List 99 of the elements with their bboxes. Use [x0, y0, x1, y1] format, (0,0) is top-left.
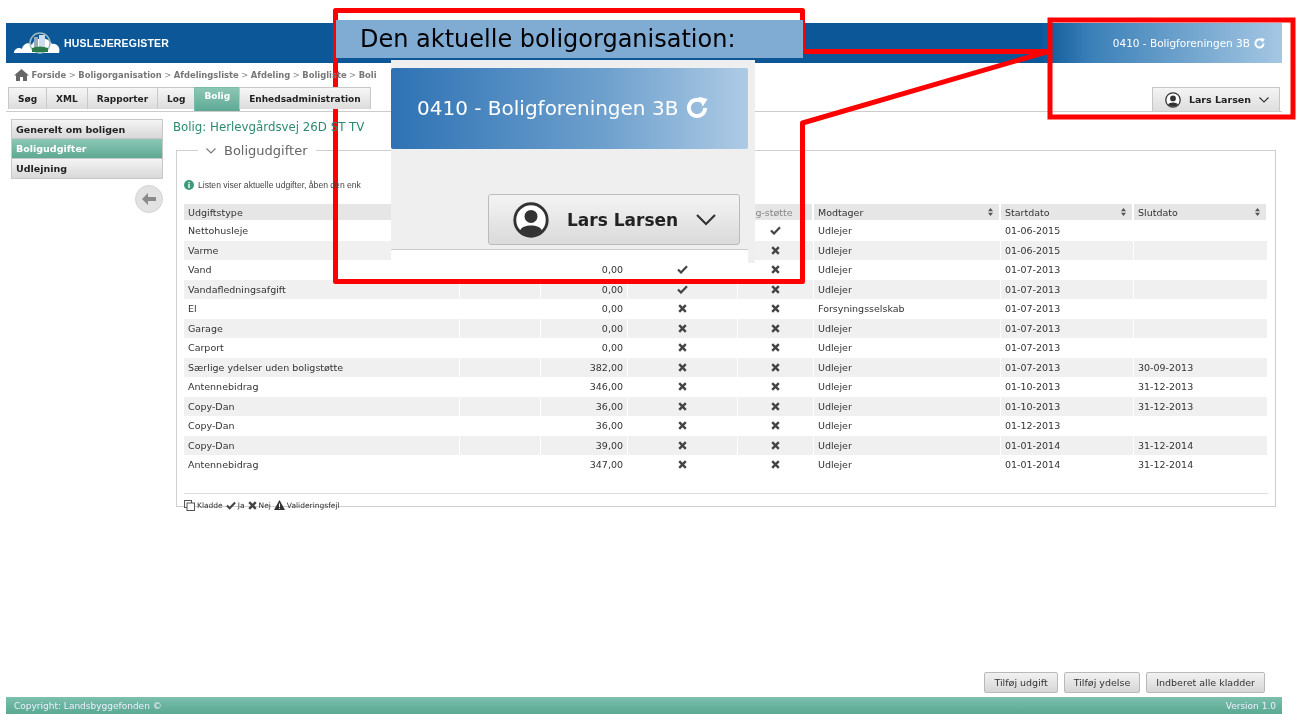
info-icon: [184, 180, 194, 190]
tab[interactable]: XML: [46, 87, 88, 109]
table-cell: Udlejer: [814, 435, 1001, 455]
sort-icon[interactable]: [1255, 208, 1260, 216]
table-cell: Forsyningsselskab: [814, 299, 1001, 319]
table-cell: Udlejer: [814, 260, 1001, 280]
breadcrumb-separator: >: [292, 70, 300, 80]
table-cell: 31-12-2013: [1134, 396, 1268, 416]
copy-icon: [184, 499, 195, 511]
action-button[interactable]: Indberet alle kladder: [1146, 672, 1265, 693]
table-cell: Antennebidrag: [184, 455, 460, 475]
table-cell: 01-07-2013: [1001, 260, 1134, 280]
building-cloud-logo-icon: [12, 31, 62, 55]
organization-name: 0410 - Boligforeningen 3B: [417, 96, 679, 121]
table-cell: 01-10-2013: [1001, 377, 1134, 397]
table-cell: 0,00: [541, 318, 628, 338]
table-cell: Udlejer: [814, 377, 1001, 397]
table-cell: 36,00: [541, 416, 628, 436]
table-cell: 347,00: [541, 455, 628, 475]
section-title: Boligudgifter: [224, 143, 308, 158]
table-cell: 31-12-2014: [1134, 435, 1268, 455]
breadcrumb-separator: >: [164, 70, 172, 80]
tab[interactable]: Enhedsadministration: [239, 87, 371, 109]
table-cell: 01-07-2013: [1001, 357, 1134, 377]
column-header[interactable]: Modtager: [814, 204, 1001, 220]
table-cell: 0,00: [541, 338, 628, 358]
table-cell: 31-12-2014: [1134, 455, 1268, 475]
home-icon[interactable]: [14, 69, 29, 81]
user-menu-button[interactable]: Lars Larsen: [1151, 87, 1280, 111]
action-button[interactable]: Tilføj ydelse: [1063, 672, 1141, 693]
table-cell: 31-12-2013: [1134, 377, 1268, 397]
warning-icon: [273, 500, 285, 510]
sidebar-item[interactable]: Generelt om boligen: [11, 119, 163, 139]
version-text: Version 1.0: [1225, 700, 1276, 711]
sidebar-item[interactable]: Udlejning: [11, 159, 163, 179]
back-button[interactable]: [135, 185, 163, 213]
table-cell: 01-06-2015: [1001, 240, 1134, 260]
table-cell: 01-07-2013: [1001, 318, 1134, 338]
table-cell: Garage: [184, 318, 460, 338]
breadcrumb-link[interactable]: Boligorganisation: [78, 70, 162, 80]
table-cell: 01-01-2014: [1001, 455, 1134, 475]
table-cell: El: [184, 299, 460, 319]
table-cell: Udlejer: [814, 416, 1001, 436]
table-cell: 346,00: [541, 377, 628, 397]
breadcrumb-link[interactable]: Afdelingsliste: [173, 70, 239, 80]
user-menu-button: Lars Larsen: [488, 193, 740, 246]
table-cell: Carport: [184, 338, 460, 358]
table-cell: 01-01-2014: [1001, 435, 1134, 455]
check-icon: [225, 500, 236, 510]
cross-icon: [247, 500, 257, 510]
table-cell: 01-06-2015: [1001, 221, 1134, 241]
tab[interactable]: Rapporter: [86, 87, 159, 109]
breadcrumb-separator: >: [349, 70, 357, 80]
table-cell: Udlejer: [814, 318, 1001, 338]
table-cell: Særlige ydelser uden boligstøtte: [184, 357, 460, 377]
table-cell: Antennebidrag: [184, 377, 460, 397]
table-cell: 01-12-2013: [1001, 416, 1134, 436]
breadcrumb-link[interactable]: Forside: [31, 70, 67, 80]
table-cell: 01-10-2013: [1001, 396, 1134, 416]
callout-title: Den aktuelle boligorganisation:: [336, 20, 803, 58]
chevron-down-icon[interactable]: [696, 213, 717, 226]
breadcrumb-separator: >: [241, 70, 249, 80]
table-cell: Udlejer: [814, 357, 1001, 377]
table-cell: Copy-Dan: [184, 416, 460, 436]
table-cell: Udlejer: [814, 396, 1001, 416]
table-cell: 36,00: [541, 396, 628, 416]
sort-icon[interactable]: [988, 208, 993, 216]
column-header[interactable]: Slutdato: [1134, 204, 1268, 220]
table-cell: 382,00: [541, 357, 628, 377]
table-cell: Vandafledningsafgift: [184, 279, 460, 299]
user-avatar-icon: [513, 201, 549, 238]
table-cell: Udlejer: [814, 279, 1001, 299]
table-cell: 0,00: [541, 299, 628, 319]
organization-name: 0410 - Boligforeningen 3B: [1112, 37, 1250, 49]
table-cell: 30-09-2013: [1134, 357, 1268, 377]
sort-icon[interactable]: [1121, 208, 1126, 216]
tab[interactable]: Søg: [8, 87, 48, 109]
table-cell: Udlejer: [814, 240, 1001, 260]
table-cell: 01-07-2013: [1001, 338, 1134, 358]
breadcrumb-link[interactable]: Boli: [358, 70, 377, 80]
action-button[interactable]: Tilføj udgift: [984, 672, 1058, 693]
table-cell: 39,00: [541, 435, 628, 455]
table-cell: Udlejer: [814, 338, 1001, 358]
table-cell: Udlejer: [814, 221, 1001, 241]
copyright-text: Copyright: Landsbyggefonden ©: [14, 700, 162, 711]
breadcrumb-separator: >: [68, 70, 76, 80]
table-cell: 01-07-2013: [1001, 299, 1134, 319]
user-avatar-icon: [1164, 91, 1181, 108]
table-cell: Copy-Dan: [184, 435, 460, 455]
table-cell: Copy-Dan: [184, 396, 460, 416]
table-cell: 01-07-2013: [1001, 279, 1134, 299]
app-name: HUSLEJEREGISTER: [64, 37, 170, 49]
chevron-down-icon[interactable]: [1259, 96, 1269, 103]
breadcrumb-link[interactable]: Afdeling: [250, 70, 291, 80]
column-header[interactable]: Startdato: [1001, 204, 1134, 220]
table-cell: Udlejer: [814, 455, 1001, 475]
arrow-left-icon: [142, 193, 156, 205]
table-cell: 0,00: [541, 279, 628, 299]
tab[interactable]: Log: [157, 87, 196, 109]
